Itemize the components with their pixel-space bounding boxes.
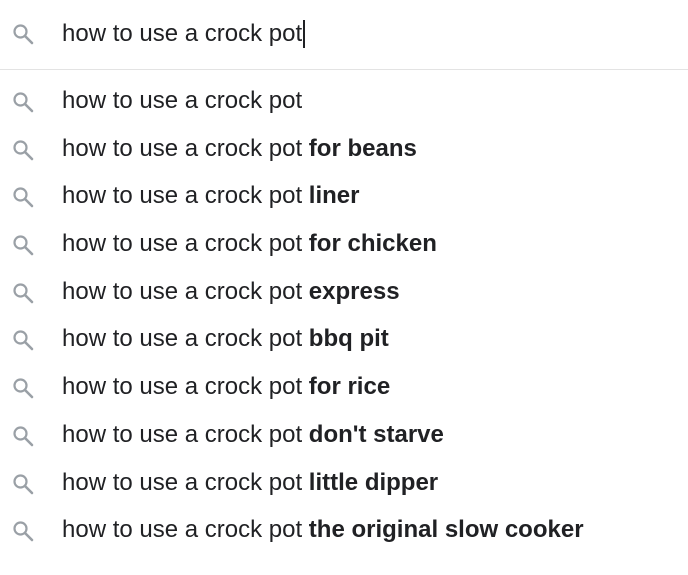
- suggestion-text: how to use a crock pot liner: [62, 181, 360, 211]
- suggestion-text: how to use a crock pot little dipper: [62, 468, 438, 498]
- suggestion-item[interactable]: how to use a crock pot don't starve: [0, 412, 688, 460]
- suggestion-prefix: how to use a crock pot: [62, 516, 303, 544]
- suggestion-completion: express: [302, 277, 400, 305]
- search-icon: [10, 471, 36, 497]
- suggestion-item[interactable]: how to use a crock pot for beans: [0, 126, 688, 174]
- search-box[interactable]: how to use a crock pot: [0, 0, 688, 70]
- search-icon: [10, 137, 36, 163]
- suggestion-text: how to use a crock pot bbq pit: [62, 324, 389, 354]
- suggestion-text: how to use a crock pot for beans: [62, 134, 417, 164]
- search-icon: [10, 232, 36, 258]
- suggestion-completion: liner: [302, 182, 360, 210]
- suggestion-item[interactable]: how to use a crock pot for chicken: [0, 221, 688, 269]
- suggestion-completion: for beans: [302, 134, 417, 162]
- suggestion-item[interactable]: how to use a crock pot little dipper: [0, 460, 688, 508]
- suggestion-prefix: how to use a crock pot: [62, 87, 303, 114]
- suggestion-completion: little dipper: [302, 468, 439, 496]
- suggestion-text: how to use a crock pot for rice: [62, 372, 390, 402]
- search-input[interactable]: how to use a crock pot: [62, 19, 305, 49]
- suggestion-prefix: how to use a crock pot: [62, 468, 303, 496]
- suggestion-text: how to use a crock pot the original slow…: [62, 515, 584, 545]
- suggestion-prefix: how to use a crock pot: [62, 277, 303, 305]
- search-icon: [10, 184, 36, 210]
- suggestion-item[interactable]: how to use a crock pot for rice: [0, 364, 688, 412]
- suggestion-completion: for rice: [302, 373, 391, 401]
- suggestion-item[interactable]: how to use a crock pot bbq pit: [0, 316, 688, 364]
- suggestion-prefix: how to use a crock pot: [62, 325, 303, 353]
- suggestion-prefix: how to use a crock pot: [62, 420, 303, 448]
- suggestion-completion: don't starve: [302, 420, 444, 448]
- suggestion-prefix: how to use a crock pot: [62, 134, 303, 162]
- suggestion-text: how to use a crock pot for chicken: [62, 229, 437, 259]
- suggestion-prefix: how to use a crock pot: [62, 230, 303, 258]
- suggestion-completion: for chicken: [302, 230, 437, 258]
- suggestion-item[interactable]: how to use a crock pot express: [0, 269, 688, 317]
- search-icon: [10, 89, 36, 115]
- suggestion-text: how to use a crock pot: [62, 86, 302, 116]
- text-caret: [303, 20, 305, 48]
- suggestion-text: how to use a crock pot express: [62, 277, 400, 307]
- suggestion-completion: the original slow cooker: [302, 516, 584, 544]
- suggestion-prefix: how to use a crock pot: [62, 373, 303, 401]
- search-icon: [10, 518, 36, 544]
- suggestion-item[interactable]: how to use a crock pot the original slow…: [0, 507, 688, 555]
- search-query-text: how to use a crock pot: [62, 20, 303, 47]
- suggestion-completion: bbq pit: [302, 325, 389, 353]
- suggestion-text: how to use a crock pot don't starve: [62, 420, 444, 450]
- search-icon: [10, 423, 36, 449]
- search-icon: [10, 21, 36, 47]
- suggestion-item[interactable]: how to use a crock pot liner: [0, 173, 688, 221]
- suggestion-item[interactable]: how to use a crock pot: [0, 78, 688, 126]
- search-icon: [10, 327, 36, 353]
- search-icon: [10, 280, 36, 306]
- suggestion-prefix: how to use a crock pot: [62, 182, 303, 210]
- suggestion-list: how to use a crock pot how to use a croc…: [0, 78, 688, 555]
- search-icon: [10, 375, 36, 401]
